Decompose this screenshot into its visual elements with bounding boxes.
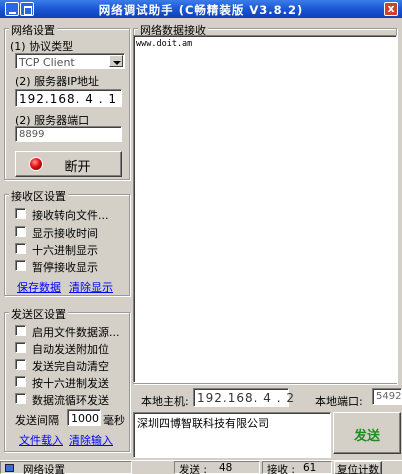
sent-count-cell: 发送 : 48 (174, 461, 260, 474)
close-icon[interactable]: x (384, 2, 398, 16)
pause-display-label: 暂停接收显示 (32, 261, 98, 274)
disconnect-label: 断开 (64, 160, 91, 175)
save-data-link[interactable]: 保存数据 (17, 279, 61, 295)
file-source-label: 启用文件数据源... (32, 326, 120, 339)
window-title: 网络调试助手 (C畅精装版 V3.8.2) (98, 3, 304, 17)
send-button[interactable]: 发送 (333, 412, 401, 454)
network-settings-title: 网络设置 (9, 22, 57, 38)
show-time-label: 显示接收时间 (32, 227, 98, 240)
server-ip-field[interactable]: 192.168. 4 . 1 (15, 89, 122, 107)
local-port-value: 5492 (376, 391, 402, 402)
clear-input-link[interactable]: 清除输入 (69, 432, 113, 448)
receive-textarea[interactable]: www.doit.am (133, 35, 397, 383)
interval-label: 发送间隔 (15, 414, 59, 427)
send-content: 深圳四博智联科技有限公司 (137, 417, 269, 430)
local-host-value: 192.168. 4 . 2 (197, 391, 295, 405)
interval-unit: 毫秒 (103, 414, 125, 427)
received-value: 61 (303, 462, 317, 474)
status-indicator-text: 网络设置 (23, 464, 65, 474)
network-settings-group: 网络设置 (1) 协议类型 TCP Client (2) 服务器IP地址 192… (4, 22, 130, 180)
send-settings-title: 发送区设置 (9, 306, 68, 322)
clear-display-link[interactable]: 清除显示 (69, 279, 113, 295)
receive-settings-title: 接收区设置 (9, 188, 68, 204)
status-bar: 网络设置 发送 : 48 接收 : 61 复位计数 (0, 460, 402, 474)
receive-settings-group: 接收区设置 接收转向文件... 显示接收时间 十六进制显示 暂停接收显示 保存数… (4, 188, 130, 296)
server-port-field[interactable]: 8899 (15, 126, 122, 142)
local-port-label: 本地端口: (315, 395, 363, 408)
protocol-label: (1) 协议类型 (10, 40, 74, 53)
received-count-cell: 接收 : 61 (262, 461, 332, 474)
protocol-select[interactable]: TCP Client (15, 53, 125, 69)
received-label: 接收 : (267, 464, 295, 474)
reset-count-button[interactable]: 复位计数 (334, 461, 382, 474)
send-label: 发送 (353, 429, 380, 444)
local-host-label: 本地主机: (141, 395, 189, 408)
loop-send-label: 数据流循环发送 (32, 394, 109, 407)
hex-display-label: 十六进制显示 (32, 244, 98, 257)
local-host-field: 192.168. 4 . 2 (193, 388, 294, 407)
server-ip-value: 192.168. 4 . 1 (19, 92, 117, 106)
sent-value: 48 (219, 462, 233, 474)
auto-clear-label: 发送完自动清空 (32, 360, 109, 373)
protocol-value: TCP Client (19, 56, 75, 69)
server-port-value: 8899 (19, 129, 45, 140)
interval-value: 1000 (71, 412, 99, 425)
sent-label: 发送 : (179, 464, 207, 474)
status-led-icon (5, 464, 14, 472)
reset-count-label: 复位计数 (337, 464, 379, 474)
chevron-down-icon[interactable] (109, 55, 123, 67)
auto-append-label: 自动发送附加位 (32, 343, 109, 356)
interval-field[interactable]: 1000 (67, 409, 101, 426)
close-glyph: x (387, 2, 395, 15)
receive-to-file-label: 接收转向文件... (32, 209, 109, 222)
title-bar: 网络调试助手 (C畅精装版 V3.8.2) x (0, 0, 402, 18)
send-textarea[interactable]: 深圳四博智联科技有限公司 (133, 412, 331, 458)
receive-content: www.doit.am (136, 39, 193, 49)
receive-area-group: 网络数据接收 www.doit.am (133, 22, 397, 384)
server-ip-label: (2) 服务器IP地址 (15, 75, 99, 88)
hex-send-label: 按十六进制发送 (32, 377, 109, 390)
status-indicator-cell: 网络设置 (0, 461, 132, 474)
load-file-link[interactable]: 文件载入 (19, 432, 63, 448)
local-port-field: 5492 (372, 388, 402, 405)
send-settings-group: 发送区设置 启用文件数据源... 自动发送附加位 发送完自动清空 按十六进制发送… (4, 306, 130, 452)
disconnect-button[interactable]: 断开 (15, 151, 122, 177)
